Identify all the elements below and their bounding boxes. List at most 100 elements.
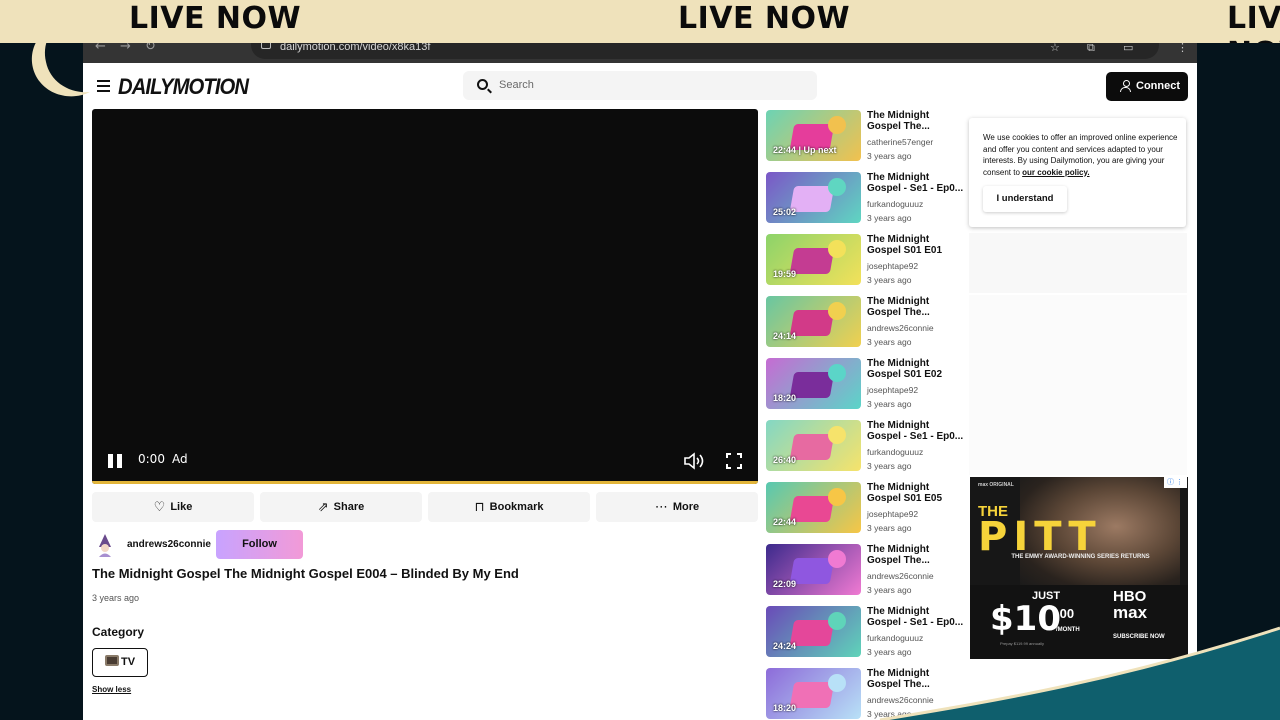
more-button[interactable]: ⋯ More — [596, 492, 758, 522]
video-uploader[interactable]: andrews26connie — [867, 695, 934, 705]
progress-bar[interactable] — [92, 481, 758, 484]
up-next-item[interactable]: 19:59 The Midnight Gospel S01 E01 josephta… — [766, 234, 966, 290]
search-placeholder: Search — [499, 79, 534, 91]
video-thumbnail[interactable]: 22:09 — [766, 544, 861, 595]
video-title[interactable]: The Midnight Gospel The... — [867, 110, 965, 132]
thumbnail-shape — [828, 612, 846, 630]
video-uploader[interactable]: furkandoguuuz — [867, 447, 923, 457]
menu-dots-icon[interactable]: ⋮ — [1177, 43, 1188, 54]
video-age: 3 years ago — [867, 585, 912, 595]
video-uploader[interactable]: catherine57enger — [867, 137, 933, 147]
video-duration: 25:02 — [773, 207, 797, 217]
video-age: 3 years ago — [867, 337, 912, 347]
channel-name[interactable]: andrews26connie — [127, 539, 211, 550]
video-title[interactable]: The Midnight Gospel - Se1 - Ep0... — [867, 606, 965, 628]
video-thumbnail[interactable]: 19:59 — [766, 234, 861, 285]
thumbnail-shape — [828, 116, 846, 134]
follow-button[interactable]: Follow — [216, 530, 303, 559]
video-title[interactable]: The Midnight Gospel The... — [867, 544, 965, 566]
ad-tagline: THE EMMY AWARD-WINNING SERIES RETURNS — [1011, 554, 1150, 560]
video-uploader[interactable]: furkandoguuuz — [867, 199, 923, 209]
upload-date: 3 years ago — [92, 593, 140, 603]
bookmark-icon: ⊓ — [474, 499, 485, 515]
video-title[interactable]: The Midnight Gospel S01 E05 — [867, 482, 965, 504]
ad-subscribe-cta[interactable]: SUBSCRIBE NOW — [1113, 634, 1165, 640]
thumbnail-shape — [828, 426, 846, 444]
video-title[interactable]: The Midnight Gospel The... — [867, 296, 965, 318]
video-uploader[interactable]: andrews26connie — [867, 571, 934, 581]
video-thumbnail[interactable]: 24:24 — [766, 606, 861, 657]
pause-icon[interactable] — [108, 454, 123, 468]
cast-icon[interactable]: ▭ — [1123, 43, 1133, 54]
video-thumbnail[interactable]: 18:20 — [766, 668, 861, 719]
video-thumbnail[interactable]: 18:20 — [766, 358, 861, 409]
video-age: 3 years ago — [867, 461, 912, 471]
video-duration: 18:20 — [773, 393, 797, 403]
up-next-item[interactable]: 25:02 The Midnight Gospel - Se1 - Ep0... f… — [766, 172, 966, 228]
up-next-item[interactable]: 24:14 The Midnight Gospel The... andrews26… — [766, 296, 966, 352]
extensions-icon[interactable]: ⧉ — [1087, 43, 1095, 55]
thumbnail-shape — [828, 674, 846, 692]
thumbnail-shape — [828, 550, 846, 568]
user-icon — [1120, 80, 1131, 92]
connect-button[interactable]: Connect — [1106, 72, 1188, 101]
video-duration: 22:09 — [773, 579, 797, 589]
cookie-text: We use cookies to offer an improved onli… — [983, 132, 1178, 178]
up-next-item[interactable]: 24:24 The Midnight Gospel - Se1 - Ep0... f… — [766, 606, 966, 662]
up-next-item[interactable]: 26:40 The Midnight Gospel - Se1 - Ep0... f… — [766, 420, 966, 476]
forward-icon[interactable]: → — [120, 43, 131, 53]
video-duration: 26:40 — [773, 455, 797, 465]
video-uploader[interactable]: josephtape92 — [867, 509, 918, 519]
ad-choices-icon[interactable]: ⓘ ⋮ — [1164, 477, 1187, 488]
share-icon: ⇗ — [317, 499, 329, 515]
cookie-accept-button[interactable]: I understand — [983, 186, 1067, 212]
bookmark-label: Bookmark — [489, 501, 544, 513]
video-uploader[interactable]: josephtape92 — [867, 261, 918, 271]
video-uploader[interactable]: josephtape92 — [867, 385, 918, 395]
channel-avatar[interactable] — [93, 533, 117, 557]
up-next-item[interactable]: 22:09 The Midnight Gospel The... andrews26… — [766, 544, 966, 600]
video-thumbnail[interactable]: 24:14 — [766, 296, 861, 347]
video-title[interactable]: The Midnight Gospel The... — [867, 668, 965, 690]
video-uploader[interactable]: andrews26connie — [867, 323, 934, 333]
share-button[interactable]: ⇗ Share — [260, 492, 422, 522]
video-thumbnail[interactable]: 22:44 — [766, 482, 861, 533]
video-duration: 24:24 — [773, 641, 797, 651]
more-dots-icon: ⋯ — [654, 499, 668, 515]
hbo-max-ad[interactable]: max ORIGINAL THE PITT THE EMMY AWARD-WIN… — [970, 477, 1188, 659]
bookmark-button[interactable]: ⊓ Bookmark — [428, 492, 590, 522]
video-thumbnail[interactable]: 22:44 | Up next — [766, 110, 861, 161]
bookmark-star-icon[interactable]: ☆ — [1050, 43, 1060, 54]
search-input[interactable]: Search — [463, 71, 817, 100]
up-next-item[interactable]: 18:20 The Midnight Gospel The... andrews26… — [766, 668, 966, 720]
video-thumbnail[interactable]: 25:02 — [766, 172, 861, 223]
ad-title: PITT — [978, 514, 1102, 560]
category-chip-tv[interactable]: TV — [92, 648, 148, 677]
show-less-link[interactable]: Show less — [92, 685, 131, 694]
like-button[interactable]: ♡ Like — [92, 492, 254, 522]
video-title[interactable]: The Midnight Gospel S01 E01 — [867, 234, 965, 256]
video-title[interactable]: The Midnight Gospel - Se1 - Ep0... — [867, 172, 965, 194]
hamburger-menu-icon[interactable] — [97, 80, 110, 92]
url-text[interactable]: dailymotion.com/video/x8ka13f — [280, 43, 430, 53]
up-next-item[interactable]: 22:44 | Up next The Midnight Gospel The..… — [766, 110, 966, 166]
site-info-icon[interactable] — [261, 43, 271, 49]
live-now-banner: LIVE NOW LIVE NOW LIVE NOW — [0, 0, 1280, 43]
cookie-policy-link[interactable]: our cookie policy. — [1022, 168, 1089, 177]
reload-icon[interactable]: ↻ — [145, 43, 156, 53]
fullscreen-icon[interactable] — [726, 453, 742, 469]
back-icon[interactable]: ← — [95, 43, 106, 53]
share-label: Share — [333, 501, 365, 513]
volume-icon[interactable] — [684, 452, 706, 470]
video-title[interactable]: The Midnight Gospel - Se1 - Ep0... — [867, 420, 965, 442]
video-thumbnail[interactable]: 26:40 — [766, 420, 861, 471]
video-player[interactable]: 0:00 Ad — [92, 109, 758, 484]
video-uploader[interactable]: furkandoguuuz — [867, 633, 923, 643]
category-heading: Category — [92, 625, 145, 639]
video-age: 3 years ago — [867, 275, 912, 285]
up-next-item[interactable]: 18:20 The Midnight Gospel S01 E02 josephta… — [766, 358, 966, 414]
video-title[interactable]: The Midnight Gospel S01 E02 — [867, 358, 965, 380]
dailymotion-logo[interactable]: DAILYMOTION — [118, 74, 249, 100]
up-next-item[interactable]: 22:44 The Midnight Gospel S01 E05 josephta… — [766, 482, 966, 538]
video-age: 3 years ago — [867, 151, 912, 161]
